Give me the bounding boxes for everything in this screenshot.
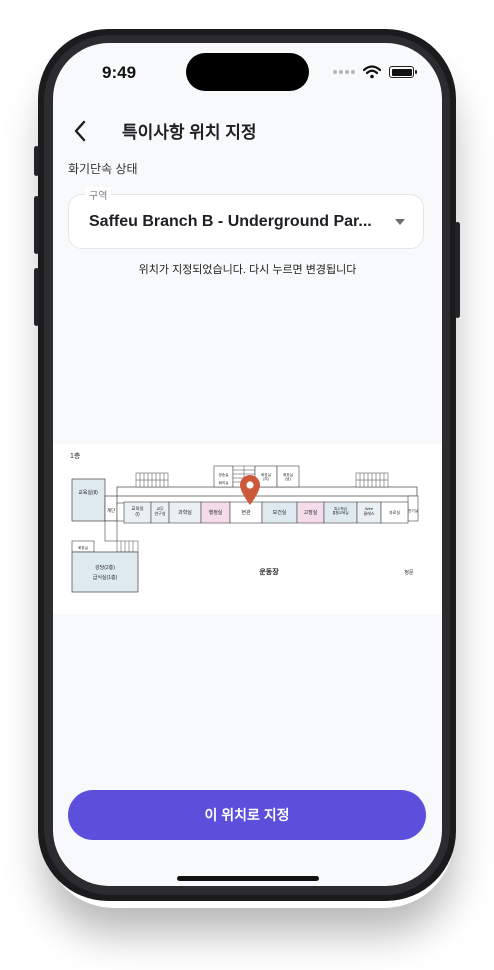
zone-select-label: 구역 <box>85 187 112 202</box>
map-room-label: 과학실 <box>178 509 192 516</box>
floor-label: 1층 <box>70 451 81 460</box>
dynamic-island <box>186 53 309 91</box>
home-indicator[interactable] <box>177 876 319 881</box>
corridor <box>116 486 418 497</box>
app-screen: 9:49 특이사항 위치 지정 화기단속 상태 구역 Saffeu Branch… <box>53 43 442 886</box>
map-room <box>104 520 118 542</box>
map-room-label: 보건실 <box>273 509 287 516</box>
map-room-label: 급식실(1층) <box>93 574 118 581</box>
stairs-grid <box>116 540 139 553</box>
wifi-icon <box>363 65 381 79</box>
zone-select[interactable]: 구역 Saffeu Branch B - Underground Par... <box>68 187 424 249</box>
map-room-label: 행정실 <box>209 509 223 516</box>
map-room-label: 고장실 <box>304 509 318 516</box>
zone-select-value: Saffeu Branch B - Underground Par... <box>89 213 372 230</box>
side-button-volume-up <box>34 196 39 254</box>
stairs-grid <box>355 472 389 488</box>
battery-icon <box>389 66 417 78</box>
playground-label: 운동장 <box>259 567 279 576</box>
side-button-power <box>455 222 460 318</box>
map-room-label: 강당(2층) <box>95 564 115 571</box>
section-label: 화기단속 상태 <box>68 162 138 176</box>
map-room-label: 방송실 <box>219 472 229 477</box>
map-room <box>71 551 139 593</box>
set-location-button[interactable]: 이 위치로 지정 <box>68 790 426 840</box>
map-room-label: 계단 <box>107 507 115 514</box>
back-chevron-icon[interactable] <box>69 118 91 144</box>
map-room-label: 자료실 <box>389 509 400 515</box>
map-room-label: 화장실 <box>78 545 88 550</box>
map-room-label: 교육실(Ⅱ) <box>78 489 98 496</box>
stairs-grid <box>135 472 169 488</box>
floor-plan: 1층 교육실(Ⅱ) 계단 방송실 회의실 화장실 (여) 화장실 (남) 전기실… <box>70 451 419 593</box>
floor-map[interactable]: 1층 교육실(Ⅱ) 계단 방송실 회의실 화장실 (여) 화장실 (남) 전기실… <box>53 444 442 614</box>
map-room <box>71 478 106 522</box>
caret-down-icon <box>395 219 405 225</box>
location-pin-icon <box>240 475 260 505</box>
status-time: 9:49 <box>102 63 137 82</box>
map-room-label: 현관 <box>241 509 251 516</box>
side-button-action <box>34 146 39 176</box>
signal-icon <box>333 70 355 74</box>
map-room-label: 특수학급 통합교육실 <box>332 506 348 515</box>
map-room-label: 회의실 <box>219 480 229 485</box>
page-title: 특이사항 위치 지정 <box>122 123 257 142</box>
side-button-volume-down <box>34 268 39 326</box>
map-room-label: 전기실 <box>408 508 418 513</box>
status-indicators <box>333 65 417 79</box>
gate-label: 정문 <box>404 569 414 576</box>
location-hint: 위치가 지정되었습니다. 다시 누르면 변경됩니다 <box>138 264 357 276</box>
